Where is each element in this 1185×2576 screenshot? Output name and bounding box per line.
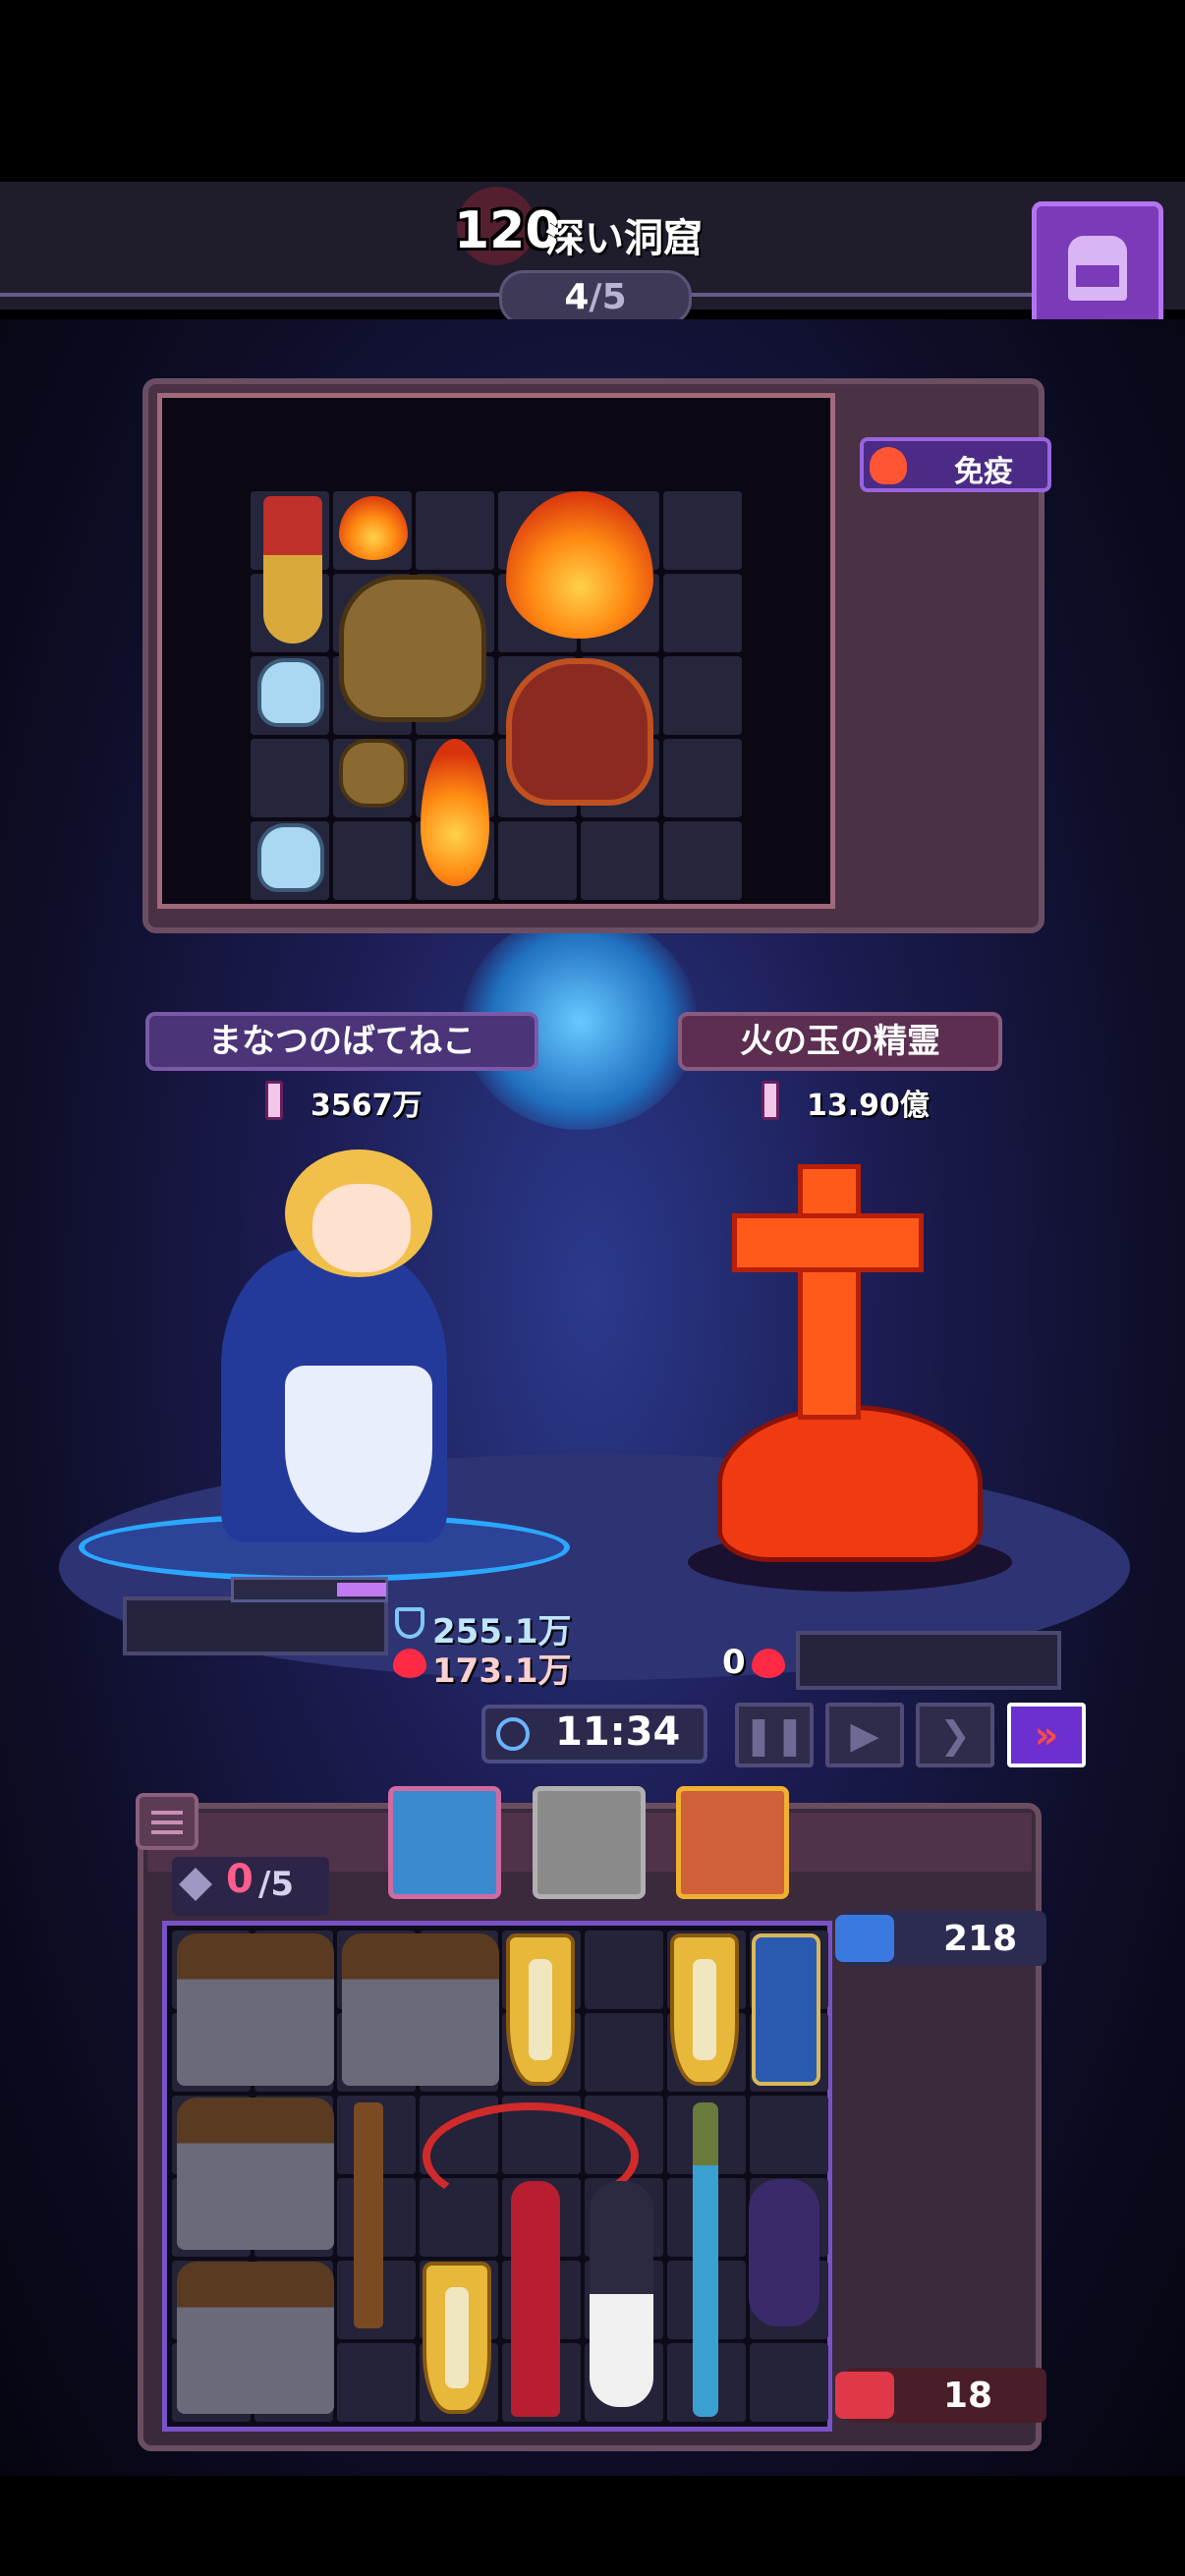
slot-current: 0	[226, 1857, 254, 1902]
potion-item-icon[interactable]	[257, 823, 324, 892]
medal-item-icon[interactable]	[263, 496, 322, 644]
wave-separator: /	[589, 277, 602, 317]
enemy-sprite	[717, 1405, 983, 1562]
poison-count: 18	[943, 2376, 993, 2416]
crossed-swords-icon	[835, 1915, 894, 1962]
gem-icon	[179, 1868, 212, 1901]
heart-icon	[393, 1649, 426, 1678]
enemy-name: 火の玉の精霊	[678, 1012, 1002, 1071]
menu-icon	[151, 1811, 183, 1815]
bag-cell	[663, 821, 742, 900]
player-hp-bar	[123, 1596, 388, 1655]
bag-cell	[333, 821, 412, 900]
armor-item-icon[interactable]	[177, 2098, 334, 2250]
small-sack-item-icon[interactable]	[339, 739, 408, 808]
heart-item-icon[interactable]	[506, 658, 653, 806]
enemy-hp-value: 0	[722, 1643, 746, 1682]
energy-fill	[337, 1583, 386, 1596]
stage-name: 深い洞窟	[545, 216, 703, 261]
play-button[interactable]: ▶	[825, 1703, 904, 1767]
bag-cell	[663, 739, 742, 817]
bag-cell	[581, 821, 659, 900]
timer-text: 11:34	[555, 1709, 681, 1755]
bag-cell	[585, 2013, 663, 2092]
bag-cell	[498, 821, 577, 900]
shield-icon	[395, 1607, 424, 1639]
attack-count: 218	[943, 1919, 1018, 1959]
heart-icon	[752, 1649, 785, 1678]
grave-cross-icon	[798, 1164, 861, 1420]
clock-icon	[496, 1717, 530, 1751]
bag-cell	[337, 2343, 416, 2422]
poison-flask-icon	[870, 447, 907, 484]
wave-current: 4	[564, 277, 590, 317]
slot-counter: 0 /5	[172, 1857, 329, 1916]
sword-icon	[265, 1081, 283, 1120]
hero-skirt	[285, 1366, 432, 1533]
backpack-button[interactable]	[1032, 201, 1163, 333]
bag-cell	[663, 574, 742, 652]
spear-item-icon[interactable]	[693, 2102, 718, 2417]
gold-shield-item-icon[interactable]	[423, 2262, 491, 2414]
companion-portrait-3[interactable]	[676, 1786, 789, 1899]
bag-cell	[416, 491, 494, 570]
broom-item-icon[interactable]	[354, 2102, 383, 2328]
fast-forward-button[interactable]: ❯	[916, 1703, 994, 1767]
wave-progress: 4/5	[499, 270, 692, 325]
enemy-power-value: 13.90億	[807, 1089, 930, 1123]
play-icon: ▶	[850, 1713, 879, 1757]
ghost-item-icon[interactable]	[749, 2179, 819, 2326]
pause-icon: ❚❚	[743, 1713, 806, 1757]
poison-count-badge: 18	[835, 2368, 1046, 2423]
pause-button[interactable]: ❚❚	[735, 1703, 814, 1767]
sword-icon	[762, 1081, 779, 1120]
hero-face	[312, 1184, 411, 1272]
bag-cell	[663, 656, 742, 735]
fastest-icon: »	[1034, 1713, 1059, 1757]
player-hp-value: 173.1万	[432, 1652, 572, 1691]
immune-label: 免疫	[954, 455, 1013, 489]
enemy-hp-bar	[796, 1631, 1061, 1690]
bag-cell	[750, 2343, 828, 2422]
red-staff-item-icon[interactable]	[511, 2181, 560, 2417]
bomb-item-icon[interactable]	[590, 2181, 653, 2407]
slot-total: /5	[258, 1865, 295, 1904]
bag-cell	[251, 739, 329, 817]
wave-total: 5	[601, 277, 627, 317]
enemy-bag-grid	[251, 491, 742, 900]
player-power-value: 3567万	[310, 1089, 423, 1123]
menu-button[interactable]	[136, 1793, 198, 1850]
player-energy-bar	[231, 1577, 388, 1602]
backpack-icon-pocket	[1076, 265, 1119, 287]
bag-cell	[750, 2096, 828, 2174]
fast-forward-icon: ❯	[939, 1713, 971, 1757]
menu-icon-line	[151, 1830, 183, 1834]
menu-icon-line	[151, 1820, 183, 1824]
poison-flask-icon	[835, 2372, 894, 2419]
player-name: まなつのばてねこ	[145, 1012, 538, 1071]
companion-portrait-1[interactable]	[388, 1786, 501, 1899]
potion-item-icon[interactable]	[257, 658, 324, 727]
armor-item-icon[interactable]	[342, 1933, 499, 2086]
blue-shield-item-icon[interactable]	[752, 1933, 820, 2086]
gold-shield-item-icon[interactable]	[506, 1933, 575, 2086]
gold-shield-item-icon[interactable]	[670, 1933, 739, 2086]
bottom-safe-area	[0, 2476, 1185, 2576]
bag-cell	[585, 1931, 663, 2009]
grave-cross-arm	[732, 1213, 924, 1272]
sack-item-icon[interactable]	[339, 575, 486, 722]
bag-cell	[663, 491, 742, 570]
immune-status-badge[interactable]: 免疫	[860, 437, 1051, 492]
companion-portrait-2[interactable]	[533, 1786, 646, 1899]
attack-count-badge: 218	[835, 1911, 1046, 1966]
armor-item-icon[interactable]	[177, 1933, 334, 2086]
armor-item-icon[interactable]	[177, 2262, 334, 2414]
fastest-button[interactable]: »	[1007, 1703, 1086, 1767]
